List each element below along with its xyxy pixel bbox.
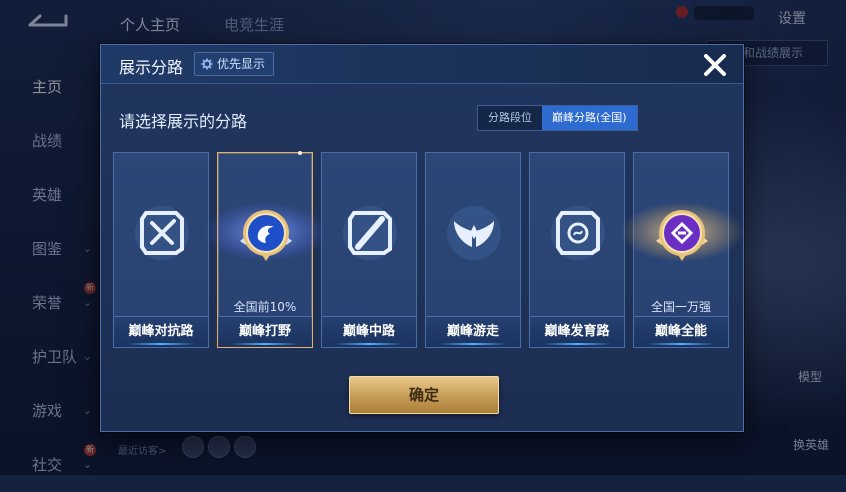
dialog-header: 展示分路 优先显示 bbox=[101, 45, 743, 84]
lane-name: 巅峰发育路 bbox=[530, 316, 624, 347]
tab-peak-lane-national[interactable]: 巅峰分路(全国) bbox=[542, 106, 637, 130]
lane-card-roam[interactable]: 巅峰游走 bbox=[425, 152, 521, 348]
lane-rank-text: 全国一万强 bbox=[650, 300, 711, 314]
priority-display-label: 优先显示 bbox=[217, 57, 266, 71]
tab-lane-rank[interactable]: 分路段位 bbox=[478, 106, 542, 130]
dialog-subtitle: 请选择展示的分路 bbox=[119, 112, 248, 131]
lane-name: 巅峰全能 bbox=[634, 316, 728, 347]
close-icon[interactable] bbox=[701, 51, 729, 79]
dialog-title: 展示分路 bbox=[119, 58, 184, 77]
lane-name: 巅峰打野 bbox=[218, 316, 312, 347]
lane-name: 巅峰对抗路 bbox=[114, 316, 208, 347]
target-icon bbox=[551, 206, 605, 260]
confirm-button[interactable]: 确定 bbox=[349, 376, 499, 414]
selection-corner bbox=[298, 151, 302, 155]
lane-cards: 巅峰对抗路 全国前10% 巅峰打野 巅峰中路 巅峰游走 巅峰发育路 全国一万强 … bbox=[113, 151, 744, 352]
lane-card-jungle[interactable]: 全国前10% 巅峰打野 bbox=[204, 151, 328, 348]
allround-emblem-icon bbox=[656, 210, 708, 261]
lane-name: 巅峰游走 bbox=[426, 316, 520, 347]
lane-card-allround[interactable]: 全国一万强 巅峰全能 bbox=[620, 152, 744, 348]
priority-display-button[interactable]: 优先显示 bbox=[194, 52, 275, 76]
lane-card-farm[interactable]: 巅峰发育路 bbox=[529, 152, 625, 348]
lane-rank-text: 全国前10% bbox=[233, 300, 297, 314]
crossed-swords-icon bbox=[135, 206, 189, 260]
lane-display-dialog: 展示分路 优先显示 请选择展示的分路 分路段位 巅峰分路(全国) 巅峰对抗路 全… bbox=[100, 44, 744, 432]
lane-tabs: 分路段位 巅峰分路(全国) bbox=[477, 105, 638, 131]
wings-icon bbox=[447, 206, 501, 260]
lane-card-top[interactable]: 巅峰对抗路 bbox=[113, 152, 209, 348]
lane-name: 巅峰中路 bbox=[322, 316, 416, 347]
gear-icon bbox=[201, 58, 213, 70]
dragon-emblem-icon bbox=[240, 210, 292, 261]
slash-staff-icon bbox=[343, 206, 397, 260]
lane-card-mid[interactable]: 巅峰中路 bbox=[321, 152, 417, 348]
